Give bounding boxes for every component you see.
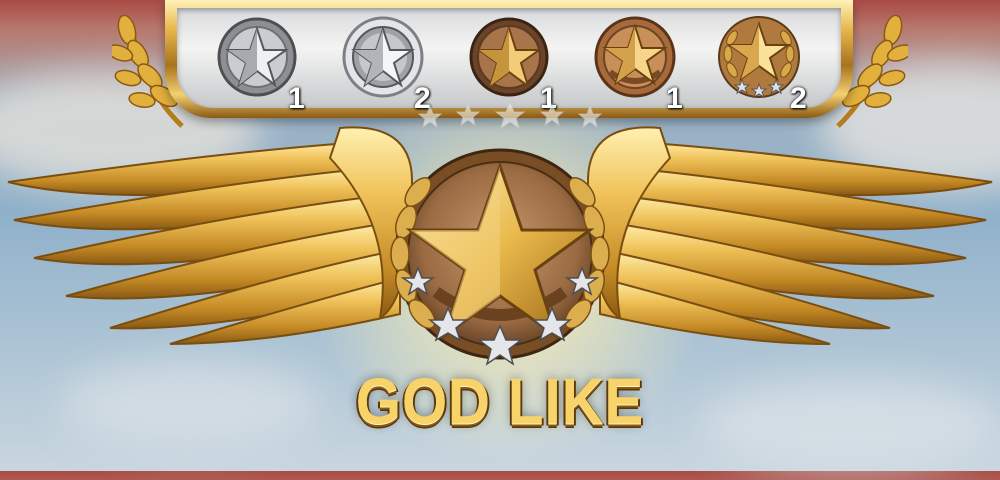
rank-count: 1 [666,82,683,115]
left-wing-icon [7,126,414,345]
rank-title: GOD LIKE [355,365,645,438]
rank-count: 1 [288,82,305,115]
rank-count: 2 [790,82,807,115]
winged-gold-star-emblem-icon [390,148,610,366]
right-wing-icon [586,126,993,345]
